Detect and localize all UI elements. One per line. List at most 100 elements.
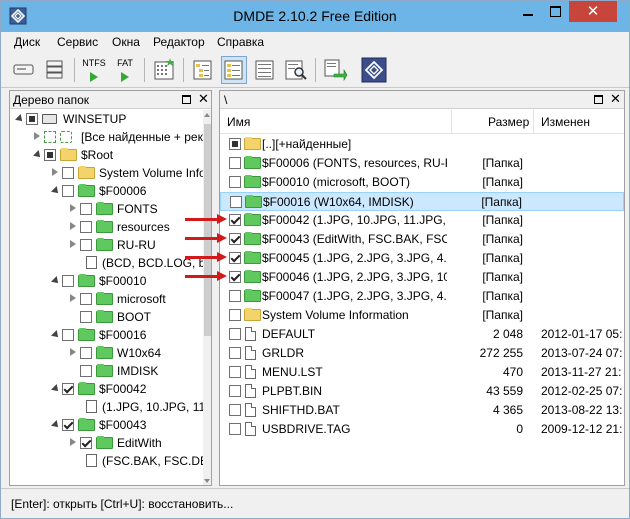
list-view-button[interactable] — [221, 56, 247, 84]
file-row-checkbox[interactable] — [229, 290, 241, 302]
tree-item-checkbox[interactable] — [62, 167, 74, 179]
file-row[interactable]: [..][+найденные] — [220, 135, 624, 154]
details-view-button[interactable] — [252, 56, 278, 84]
tree-item[interactable]: System Volume Information — [10, 164, 211, 182]
tree-item[interactable]: (BCD, BCD.LOG, bootmgr) — [10, 254, 211, 272]
file-row[interactable]: $F00043 (EditWith, FSC.BAK, FSC.DB) [Папк… — [220, 230, 624, 249]
tree-item[interactable]: $F00006 — [10, 182, 205, 200]
file-row-checkbox[interactable] — [229, 157, 241, 169]
expand-icon[interactable] — [70, 204, 76, 212]
file-row-checkbox[interactable] — [229, 252, 241, 264]
tree-item[interactable]: RU-RU — [10, 236, 205, 254]
file-row-checkbox[interactable] — [229, 366, 241, 378]
tree-item[interactable]: $F00043 — [10, 416, 205, 434]
tree-item-checkbox[interactable] — [80, 365, 92, 377]
ntfs-button[interactable]: NTFS — [81, 56, 107, 84]
minimize-button[interactable] — [514, 1, 542, 22]
column-modified[interactable]: Изменен — [541, 115, 590, 129]
file-row-checkbox[interactable] — [229, 233, 241, 245]
tree-item-checkbox[interactable] — [44, 149, 56, 161]
tree-item-checkbox[interactable] — [62, 383, 74, 395]
file-row-checkbox[interactable] — [229, 328, 241, 340]
file-row[interactable]: SHIFTHD.BAT 4 365 2013-08-22 13: — [220, 401, 624, 420]
column-name[interactable]: Имя — [227, 115, 250, 129]
tree-item-checkbox[interactable] — [80, 437, 92, 449]
tree-item-checkbox[interactable] — [80, 203, 92, 215]
file-row[interactable]: GRLDR 272 255 2013-07-24 07: — [220, 344, 624, 363]
file-row[interactable]: $F00042 (1.JPG, 10.JPG, 11.JPG, 12.JPG) [… — [220, 211, 624, 230]
tree-item-checkbox[interactable] — [80, 293, 92, 305]
tree-item[interactable]: W10x64 — [10, 344, 205, 362]
expand-icon[interactable] — [70, 294, 76, 302]
file-row-checkbox[interactable] — [229, 271, 241, 283]
file-row-checkbox[interactable] — [229, 385, 241, 397]
tree-item[interactable]: $F00016 — [10, 326, 205, 344]
file-row-checkbox[interactable] — [229, 404, 241, 416]
tree-item[interactable]: BOOT — [10, 308, 205, 326]
collapse-icon[interactable] — [15, 114, 25, 124]
tree-view-button[interactable] — [190, 56, 216, 84]
tree-item[interactable]: microsoft — [10, 290, 205, 308]
expand-icon[interactable] — [70, 348, 76, 356]
tree-item[interactable]: resources — [10, 218, 205, 236]
dmde-logo-button[interactable] — [361, 56, 387, 84]
menu-windows[interactable]: Окна — [112, 35, 140, 49]
tree-item[interactable]: IMDISK — [10, 362, 205, 380]
maximize-panel-icon[interactable] — [594, 95, 603, 104]
tree-scrollbar[interactable] — [203, 110, 211, 485]
collapse-icon[interactable] — [33, 150, 43, 160]
file-row[interactable]: $F00046 (1.JPG, 2.JPG, 3.JPG, 10.JPG) [Па… — [220, 268, 624, 287]
column-divider[interactable] — [451, 110, 452, 134]
menu-help[interactable]: Справка — [217, 35, 264, 49]
fat-button[interactable]: FAT — [112, 56, 138, 84]
scroll-thumb[interactable] — [204, 124, 211, 336]
tree-item-checkbox[interactable] — [80, 239, 92, 251]
file-row-checkbox[interactable] — [229, 347, 241, 359]
collapse-icon[interactable] — [51, 186, 61, 196]
menu-editor[interactable]: Редактор — [153, 35, 205, 49]
expand-icon[interactable] — [70, 438, 76, 446]
tree-item[interactable]: FONTS — [10, 200, 205, 218]
tree-item-checkbox[interactable] — [62, 419, 74, 431]
close-button[interactable]: ✕ — [569, 1, 617, 22]
file-row[interactable]: PLPBT.BIN 43 559 2012-02-25 07: — [220, 382, 624, 401]
maximize-panel-icon[interactable] — [182, 95, 191, 104]
recover-button[interactable] — [322, 56, 348, 84]
file-row[interactable]: $F00010 (microsoft, BOOT) [Папка] — [220, 173, 624, 192]
file-row-checkbox[interactable] — [229, 176, 241, 188]
file-row[interactable]: System Volume Information [Папка] — [220, 306, 624, 325]
tree-item-checkbox[interactable] — [26, 113, 38, 125]
tree-item[interactable]: $F00042 — [10, 380, 205, 398]
file-row-checkbox[interactable] — [229, 309, 241, 321]
close-panel-icon[interactable]: ✕ — [610, 91, 621, 107]
collapse-icon[interactable] — [51, 384, 61, 394]
close-panel-icon[interactable]: ✕ — [198, 91, 209, 107]
collapse-icon[interactable] — [51, 420, 61, 430]
tree-item-checkbox[interactable] — [80, 311, 92, 323]
file-row[interactable]: DEFAULT 2 048 2012-01-17 05: — [220, 325, 624, 344]
tree-item[interactable]: (FSC.BAK, FSC.DB, FSC.LOG) — [10, 452, 211, 470]
menu-disk[interactable]: Диск — [14, 35, 40, 49]
file-row[interactable]: MENU.LST 470 2013-11-27 21: — [220, 363, 624, 382]
search-button[interactable] — [283, 56, 309, 84]
expand-icon[interactable] — [34, 132, 40, 140]
title-bar[interactable]: DMDE 2.10.2 Free Edition ✕ — [1, 1, 629, 32]
tree-item-checkbox[interactable] — [80, 347, 92, 359]
scan-button[interactable] — [151, 56, 177, 84]
file-row-checkbox[interactable] — [229, 423, 241, 435]
file-row[interactable]: $F00006 (FONTS, resources, RU-RU, BCD) [П… — [220, 154, 624, 173]
file-row-checkbox[interactable] — [230, 196, 242, 208]
file-row-checkbox[interactable] — [229, 138, 241, 150]
file-row[interactable]: $F00047 (1.JPG, 2.JPG, 3.JPG, 4.JPG) [Пап… — [220, 287, 624, 306]
tree-item[interactable]: $F00010 — [10, 272, 205, 290]
maximize-button[interactable] — [542, 1, 569, 22]
tree-item-checkbox[interactable] — [80, 221, 92, 233]
tree-item[interactable]: WINSETUP — [10, 110, 205, 128]
tree-item-checkbox[interactable] — [62, 329, 74, 341]
tree-item[interactable]: EditWith — [10, 434, 205, 452]
menu-service[interactable]: Сервис — [57, 35, 98, 49]
file-row[interactable]: USBDRIVE.TAG 0 2009-12-12 21: — [220, 420, 624, 439]
column-divider[interactable] — [533, 110, 534, 134]
scroll-up-icon[interactable] — [204, 113, 210, 117]
expand-icon[interactable] — [70, 222, 76, 230]
